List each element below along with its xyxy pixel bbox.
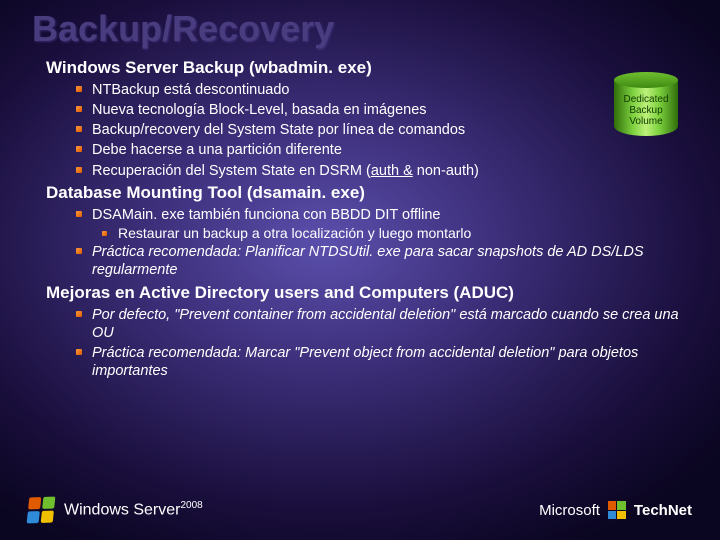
technet-squares-icon [608, 501, 626, 519]
list-item-recommendation: Práctica recomendada: Planificar NTDSUti… [76, 242, 688, 280]
list-item: Restaurar un backup a otra localización … [102, 225, 688, 243]
section-2-heading: Database Mounting Tool (dsamain. exe) [46, 183, 688, 203]
section-3-heading: Mejoras en Active Directory users and Co… [46, 283, 688, 303]
brand-technet: TechNet [634, 502, 692, 519]
list-item-recommendation: Práctica recomendada: Marcar "Prevent ob… [76, 343, 688, 381]
section-2-sublist: Restaurar un backup a otra localización … [102, 225, 688, 243]
section-3-list: Por defecto, "Prevent container from acc… [76, 305, 688, 382]
section-1-list: NTBackup está descontinuado Nueva tecnol… [76, 80, 688, 181]
list-item: Backup/recovery del System State por lín… [76, 120, 688, 140]
section-2-list: DSAMain. exe también funciona con BBDD D… [76, 205, 688, 225]
list-item: Por defecto, "Prevent container from acc… [76, 305, 688, 343]
windows-server-logo: Windows Server2008 [28, 497, 203, 523]
section-1-heading: Windows Server Backup (wbadmin. exe) [46, 58, 688, 78]
list-item: Recuperación del System State en DSRM (a… [76, 161, 688, 181]
list-item: Debe hacerse a una partición diferente [76, 140, 688, 160]
slide-body: Windows Server Backup (wbadmin. exe) NTB… [0, 58, 720, 381]
list-item: Nueva tecnología Block-Level, basada en … [76, 100, 688, 120]
list-item: DSAMain. exe también funciona con BBDD D… [76, 205, 688, 225]
windows-flag-icon [27, 497, 56, 524]
footer: Windows Server2008 Microsoft TechNet [0, 480, 720, 540]
brand-windows: Windows [64, 502, 129, 519]
brand-microsoft: Microsoft [539, 502, 600, 519]
technet-logo: Microsoft TechNet [539, 501, 692, 519]
list-item: NTBackup está descontinuado [76, 80, 688, 100]
brand-year: 2008 [180, 500, 202, 511]
brand-server: Server [133, 502, 180, 519]
slide-title: Backup/Recovery [0, 0, 720, 56]
